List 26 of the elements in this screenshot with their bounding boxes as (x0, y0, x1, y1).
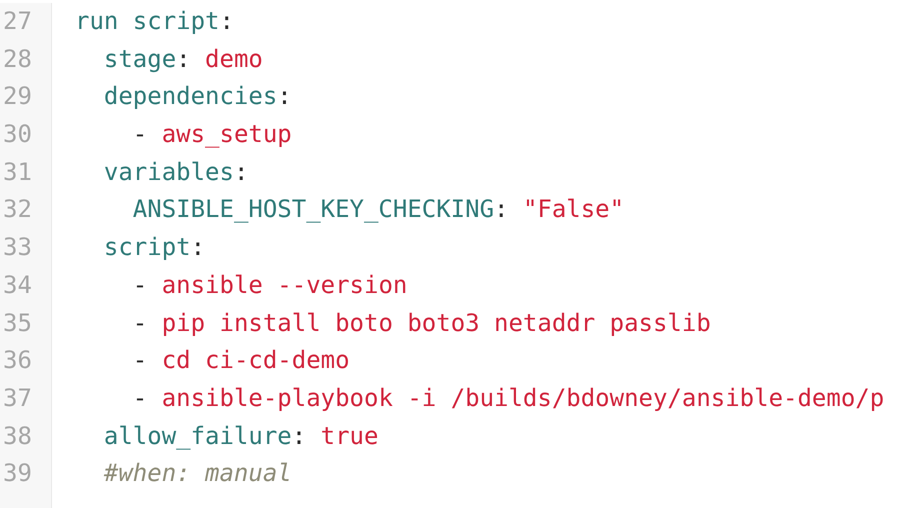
line-number: 30 (0, 116, 52, 154)
code-line: dependencies: (104, 82, 292, 110)
code-line: - ansible-playbook -i /builds/bdowney/ansible-demo/p (132, 384, 884, 412)
line-number: 27 (0, 3, 52, 41)
code-line: - ansible --version (132, 270, 408, 299)
line-number: 28 (0, 40, 52, 78)
code-line: variables: (104, 158, 248, 186)
line-number: 29 (0, 78, 52, 116)
code-line: script: (104, 233, 206, 262)
line-number: 34 (0, 266, 52, 304)
code-line: - cd ci-cd-demo (132, 346, 350, 374)
code-line: - aws_setup (132, 120, 292, 148)
line-number: 35 (0, 304, 52, 342)
line-number: 37 (0, 380, 52, 418)
line-number: 33 (0, 229, 52, 267)
code-line: stage: demo (104, 44, 263, 73)
line-number: 32 (0, 191, 52, 230)
code-line: ANSIBLE_HOST_KEY_CHECKING: "False" (132, 195, 624, 224)
line-number: 38 (0, 418, 52, 456)
line-number: 36 (0, 342, 52, 380)
line-number: 31 (0, 154, 52, 192)
code-line: allow_failure: true (104, 422, 378, 450)
line-number: 39 (0, 455, 52, 493)
code-line: run script: (75, 7, 234, 35)
code-line: #when: manual (104, 459, 292, 488)
code-line: - pip install boto boto3 netaddr passlib (132, 308, 711, 336)
